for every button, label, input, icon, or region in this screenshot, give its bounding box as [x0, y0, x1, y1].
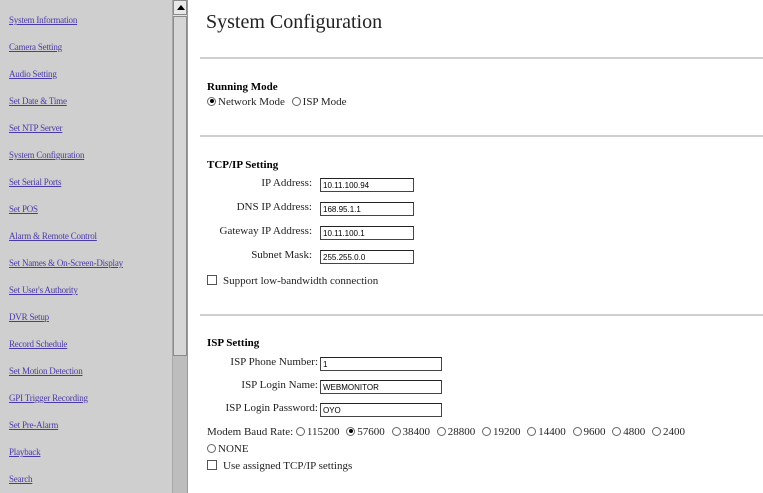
main-content: System Configuration Running Mode Networ…: [188, 0, 763, 493]
modem-baud-rate-label: Modem Baud Rate:: [207, 426, 294, 438]
baud-option-label: 57600: [357, 426, 385, 438]
running-mode-options: Network Mode ISP Mode: [207, 96, 347, 108]
baud-option-4800[interactable]: 4800: [612, 426, 645, 438]
scrollbar-thumb[interactable]: [173, 16, 187, 356]
sidebar-item-dvr-setup[interactable]: DVR Setup: [9, 312, 49, 322]
low-bandwidth-label: Support low-bandwidth connection: [223, 275, 379, 287]
sidebar-scrollbar[interactable]: [172, 0, 188, 493]
isp-phone-label: ISP Phone Number:: [230, 356, 318, 368]
isp-password-label: ISP Login Password:: [225, 402, 319, 414]
radio-unselected-icon: [295, 426, 305, 436]
baud-option-57600[interactable]: 57600: [346, 426, 385, 438]
radio-selected-icon: [346, 426, 356, 436]
sidebar-item-set-date-time[interactable]: Set Date & Time: [9, 96, 67, 106]
sidebar-item-search[interactable]: Search: [9, 474, 32, 484]
network-mode-label: Network Mode: [218, 96, 285, 108]
scroll-up-button[interactable]: [173, 0, 187, 15]
sidebar-item-camera-setting[interactable]: Camera Setting: [9, 42, 62, 52]
radio-unselected-icon: [527, 426, 537, 436]
baud-option-none[interactable]: NONE: [207, 443, 249, 455]
radio-unselected-icon: [612, 426, 622, 436]
sidebar-item-alarm-remote-control[interactable]: Alarm & Remote Control: [9, 231, 97, 241]
use-assigned-tcpip-label: Use assigned TCP/IP settings: [223, 460, 353, 472]
gateway-ip-label: Gateway IP Address:: [219, 225, 312, 237]
radio-unselected-icon: [391, 426, 401, 436]
divider: [200, 314, 763, 316]
baud-option-label: 28800: [447, 426, 476, 438]
sidebar-item-set-ntp-server[interactable]: Set NTP Server: [9, 123, 63, 133]
network-mode-radio[interactable]: Network Mode: [207, 96, 285, 108]
baud-option-label: 115200: [306, 426, 340, 438]
baud-option-2400[interactable]: 2400: [652, 426, 685, 438]
subnet-mask-label: Subnet Mask:: [251, 249, 312, 261]
isp-login-input[interactable]: [320, 380, 442, 394]
subnet-mask-input[interactable]: [320, 250, 414, 264]
dns-ip-input[interactable]: [320, 202, 414, 216]
low-bandwidth-checkbox[interactable]: Support low-bandwidth connection: [207, 275, 378, 287]
sidebar-item-set-serial-ports[interactable]: Set Serial Ports: [9, 177, 62, 187]
radio-unselected-icon: [652, 426, 661, 436]
arrow-up-icon: [177, 5, 185, 10]
divider: [200, 57, 763, 59]
divider: [200, 135, 763, 137]
sidebar-item-playback[interactable]: Playback: [9, 447, 41, 457]
baud-option-label: 4800: [623, 426, 646, 438]
baud-option-9600[interactable]: 9600: [572, 426, 606, 438]
isp-mode-label: ISP Mode: [302, 96, 347, 108]
sidebar-item-set-pre-alarm[interactable]: Set Pre-Alarm: [9, 420, 58, 430]
sidebar-item-set-users-authority[interactable]: Set User's Authority: [9, 285, 78, 295]
sidebar-item-set-motion-detection[interactable]: Set Motion Detection: [9, 366, 83, 376]
sidebar-item-system-configuration[interactable]: System Configuration: [9, 150, 84, 160]
radio-unselected-icon: [572, 426, 582, 436]
modem-baud-rate-row: Modem Baud Rate: 115200 57600 38400 2880…: [207, 426, 689, 438]
baud-option-label: 19200: [493, 426, 521, 438]
isp-phone-input[interactable]: [320, 357, 442, 371]
baud-option-28800[interactable]: 28800: [436, 426, 476, 438]
ip-address-input[interactable]: [320, 178, 414, 192]
running-mode-heading: Running Mode: [207, 81, 278, 93]
radio-unselected-icon: [291, 96, 301, 106]
gateway-ip-input[interactable]: [320, 226, 414, 240]
baud-option-19200[interactable]: 19200: [482, 426, 521, 438]
sidebar-item-set-names-osd[interactable]: Set Names & On-Screen-Display: [9, 258, 123, 268]
page-title: System Configuration: [206, 11, 383, 33]
dns-ip-label: DNS IP Address:: [236, 201, 312, 213]
checkbox-unchecked-icon: [207, 275, 217, 286]
baud-none-row: NONE: [207, 443, 249, 455]
scrollbar-track[interactable]: [173, 356, 187, 493]
isp-heading: ISP Setting: [207, 337, 260, 349]
radio-selected-icon: [207, 96, 216, 106]
baud-option-label: 14400: [538, 426, 566, 438]
isp-mode-radio[interactable]: ISP Mode: [291, 96, 347, 108]
sidebar-item-gpi-trigger-recording[interactable]: GPI Trigger Recording: [9, 393, 88, 403]
radio-unselected-icon: [207, 443, 216, 453]
sidebar-item-set-pos[interactable]: Set POS: [9, 204, 38, 214]
sidebar-item-record-schedule[interactable]: Record Schedule: [9, 339, 67, 349]
baud-option-115200[interactable]: 115200: [295, 426, 340, 438]
baud-option-label: 38400: [402, 426, 431, 438]
baud-option-label: 2400: [663, 426, 685, 438]
radio-unselected-icon: [436, 426, 446, 436]
tcpip-heading: TCP/IP Setting: [207, 159, 279, 171]
sidebar-item-audio-setting[interactable]: Audio Setting: [9, 69, 57, 79]
sidebar-nav: System Information Camera Setting Audio …: [0, 0, 172, 493]
ip-address-label: IP Address:: [261, 177, 312, 189]
baud-option-38400[interactable]: 38400: [391, 426, 431, 438]
baud-option-14400[interactable]: 14400: [527, 426, 566, 438]
baud-option-label: NONE: [218, 443, 249, 455]
baud-option-label: 9600: [583, 426, 606, 438]
use-assigned-tcpip-checkbox[interactable]: Use assigned TCP/IP settings: [207, 460, 352, 472]
sidebar-item-system-information[interactable]: System Information: [9, 15, 77, 25]
isp-password-input[interactable]: [320, 403, 442, 417]
radio-unselected-icon: [482, 426, 491, 436]
isp-login-label: ISP Login Name:: [241, 379, 318, 391]
checkbox-unchecked-icon: [207, 460, 217, 471]
